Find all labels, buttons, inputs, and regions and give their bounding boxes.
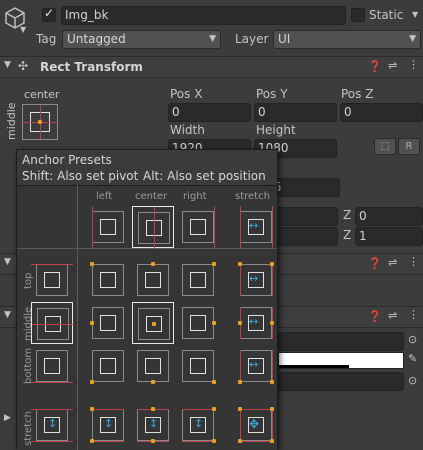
stretch-horizontal-icon: ↔ bbox=[249, 219, 259, 232]
anchor-presets-popup: Anchor Presets Shift: Also set pivot Alt… bbox=[16, 149, 278, 450]
anchor-preset-bottom-left[interactable] bbox=[87, 345, 129, 387]
column-label-stretch: stretch bbox=[235, 191, 270, 202]
stretch-vertical-icon: ↕ bbox=[149, 417, 159, 430]
anchor-preset-middle-right[interactable] bbox=[177, 302, 219, 344]
rect-transform-header[interactable]: ▼ ✣ Rect Transform ❓ ⇌ ⋮ bbox=[0, 56, 423, 78]
menu-icon[interactable]: ⋮ bbox=[408, 308, 419, 321]
column-label-center: center bbox=[135, 191, 168, 202]
static-checkbox[interactable] bbox=[351, 8, 365, 22]
anchor-preset-middle-stretch[interactable]: ↔ bbox=[235, 302, 277, 344]
rotation-z-field[interactable]: 0 bbox=[355, 207, 423, 226]
hint-shift: Shift: Also set pivot bbox=[22, 169, 139, 183]
stretch-vertical-icon: ↕ bbox=[194, 417, 204, 430]
width-label: Width bbox=[170, 123, 205, 137]
anchor-preset-bottom-stretch[interactable]: ↔ bbox=[235, 345, 277, 387]
foldout-arrow-icon[interactable]: ▼ bbox=[4, 60, 11, 70]
preset-icon[interactable]: ⇌ bbox=[388, 256, 397, 269]
anchor-preset-top-left[interactable] bbox=[87, 259, 129, 301]
color-field[interactable] bbox=[278, 352, 404, 369]
anchor-preset-none-center[interactable] bbox=[132, 206, 174, 249]
foldout-arrow-icon[interactable]: ▼ bbox=[4, 310, 11, 320]
layer-label: Layer bbox=[235, 32, 269, 46]
anchor-preset-none-stretch[interactable]: ↔ bbox=[235, 206, 277, 248]
object-picker-icon[interactable]: ⊙ bbox=[408, 374, 417, 387]
anchor-preset-top-center[interactable] bbox=[132, 259, 174, 301]
rect-transform-icon: ✣ bbox=[18, 59, 29, 73]
pos-z-label: Pos Z bbox=[341, 87, 374, 101]
anchor-preset-stretch-right[interactable]: ↕ bbox=[177, 404, 219, 446]
anchor-preset-bottom-center[interactable] bbox=[132, 345, 174, 387]
scale-z-field[interactable]: 1 bbox=[355, 227, 423, 246]
column-label-right: right bbox=[183, 191, 207, 202]
help-icon[interactable]: ❓ bbox=[368, 257, 382, 270]
name-field[interactable]: Img_bk bbox=[61, 6, 346, 25]
stretch-horizontal-icon: ↔ bbox=[249, 358, 259, 371]
anchor-preset-none-right[interactable] bbox=[177, 206, 219, 248]
chevron-down-icon: ▼ bbox=[409, 34, 416, 44]
pos-y-field[interactable]: 0 bbox=[254, 103, 337, 122]
popup-title: Anchor Presets bbox=[22, 153, 112, 167]
anchor-preset-stretch-none[interactable]: ↕ bbox=[31, 404, 73, 446]
help-icon[interactable]: ❓ bbox=[368, 310, 382, 323]
tag-dropdown[interactable]: Untagged ▼ bbox=[62, 30, 221, 49]
stretch-horizontal-icon: ↔ bbox=[249, 315, 259, 328]
pos-z-field[interactable]: 0 bbox=[340, 103, 423, 122]
static-label: Static bbox=[369, 8, 404, 22]
object-picker-icon[interactable]: ⊙ bbox=[408, 333, 417, 346]
blueprint-mode-button[interactable]: ⬚ bbox=[374, 138, 396, 155]
foldout-arrow-icon[interactable]: ▶ bbox=[4, 413, 11, 423]
anchor-preset-none-left[interactable] bbox=[87, 206, 129, 248]
anchor-preset-bottom-none[interactable] bbox=[31, 345, 73, 387]
anchor-preset-stretch-stretch[interactable]: ✥ bbox=[235, 404, 277, 446]
pos-x-field[interactable]: 0 bbox=[168, 103, 251, 122]
pos-x-label: Pos X bbox=[170, 87, 203, 101]
menu-icon[interactable]: ⋮ bbox=[408, 58, 419, 71]
anchor-preset-middle-none[interactable] bbox=[31, 302, 74, 344]
scale-y-field[interactable] bbox=[270, 227, 338, 246]
preset-icon[interactable]: ⇌ bbox=[388, 59, 397, 72]
anchor-preset-middle-center[interactable] bbox=[132, 302, 174, 344]
anchor-h-label: center bbox=[24, 88, 60, 101]
height-label: Height bbox=[256, 123, 296, 137]
scale-z-label: Z bbox=[343, 228, 352, 242]
layer-dropdown[interactable]: UI ▼ bbox=[273, 30, 421, 49]
stretch-both-icon: ✥ bbox=[249, 417, 260, 431]
pos-y-label: Pos Y bbox=[256, 87, 288, 101]
partial-field[interactable]: 5 bbox=[270, 178, 340, 197]
preset-icon[interactable]: ⇌ bbox=[388, 309, 397, 322]
chevron-down-icon[interactable]: ▼ bbox=[20, 25, 26, 34]
anchor-preset-top-none[interactable] bbox=[31, 259, 73, 301]
rotation-z-label: Z bbox=[343, 208, 352, 222]
menu-icon[interactable]: ⋮ bbox=[408, 255, 419, 268]
rotation-y-field[interactable] bbox=[270, 207, 338, 226]
anchor-preset-middle-left[interactable] bbox=[87, 302, 129, 344]
anchor-preset-top-right[interactable] bbox=[177, 259, 219, 301]
grid-divider-h bbox=[17, 248, 277, 249]
help-icon[interactable]: ❓ bbox=[368, 60, 382, 73]
eyedropper-icon[interactable]: ✎ bbox=[408, 352, 417, 365]
anchor-preset-top-stretch[interactable]: ↔ bbox=[235, 259, 277, 301]
anchor-presets-button[interactable] bbox=[22, 104, 58, 140]
anchor-preset-bottom-right[interactable] bbox=[177, 345, 219, 387]
anchor-v-label: middle bbox=[5, 102, 18, 140]
anchor-preset-stretch-left[interactable]: ↕ bbox=[87, 404, 129, 446]
layer-value: UI bbox=[278, 32, 291, 46]
static-dropdown-arrow[interactable]: ▼ bbox=[412, 10, 418, 19]
stretch-horizontal-icon: ↔ bbox=[249, 272, 259, 285]
material-field[interactable] bbox=[278, 372, 404, 391]
source-image-field[interactable] bbox=[278, 332, 404, 351]
stretch-vertical-icon: ↕ bbox=[48, 417, 58, 430]
column-label-left: left bbox=[96, 191, 113, 202]
tag-label: Tag bbox=[36, 32, 57, 46]
active-checkbox[interactable]: ✓ bbox=[42, 6, 56, 22]
grid-divider-v bbox=[77, 185, 78, 450]
component-title: Rect Transform bbox=[40, 60, 143, 74]
chevron-down-icon: ▼ bbox=[209, 34, 216, 44]
foldout-arrow-icon[interactable]: ▼ bbox=[4, 257, 11, 267]
raw-edit-button[interactable]: R bbox=[398, 138, 420, 155]
stretch-vertical-icon: ↕ bbox=[104, 417, 114, 430]
tag-value: Untagged bbox=[67, 32, 126, 46]
anchor-preset-stretch-center[interactable]: ↕ bbox=[132, 404, 174, 446]
hint-alt: Alt: Also set position bbox=[143, 169, 266, 183]
